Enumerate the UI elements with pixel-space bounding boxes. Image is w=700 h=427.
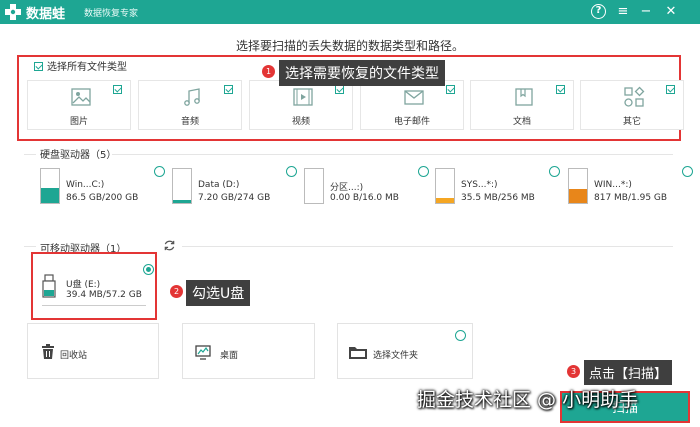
drive-icon [304, 168, 324, 204]
filetype-document[interactable]: 文档 [470, 80, 574, 130]
drive-radio[interactable] [682, 166, 693, 177]
filetype-label: 电子邮件 [393, 117, 430, 127]
drive-usage-fill [173, 200, 191, 203]
usb-drive-item[interactable]: U盘 (E:) 39.4 MB/57.2 GB [31, 252, 157, 320]
checkbox-icon[interactable] [113, 85, 122, 94]
drive-usage-fill [569, 188, 587, 203]
drive-item[interactable]: Win...C:) 86.5 GB/200 GB [40, 166, 165, 208]
location-label: 回收站 [60, 351, 88, 361]
minimize-icon[interactable]: − [637, 3, 655, 21]
drive-icon [172, 168, 192, 204]
drive-name: WIN...*:) [594, 180, 632, 190]
location-radio[interactable] [455, 330, 466, 341]
drive-usage-fill [436, 198, 454, 203]
filetype-label: 音频 [180, 117, 199, 127]
divider [24, 154, 36, 155]
divider [24, 246, 36, 247]
page-heading: 选择要扫描的丢失数据的数据类型和路径。 [235, 39, 464, 53]
drive-icon [435, 168, 455, 204]
recycle-bin-icon [42, 344, 54, 359]
drive-name: 分区...:) [330, 183, 364, 193]
filetype-other[interactable]: 其它 [580, 80, 684, 130]
filetype-video[interactable]: 视频 [249, 80, 353, 130]
select-all-checkbox[interactable]: 选择所有文件类型 [34, 58, 127, 73]
filetype-label: 视频 [291, 117, 310, 127]
usb-drive-name: U盘 (E:) [66, 280, 101, 290]
drive-size: 86.5 GB/200 GB [66, 193, 139, 203]
drive-size: 817 MB/1.95 GB [594, 193, 668, 203]
drive-item[interactable]: WIN...*:) 817 MB/1.95 GB [568, 166, 693, 208]
usb-usage-bar [42, 305, 146, 306]
callout-3-number: 3 [567, 365, 580, 378]
app-logo-icon [5, 4, 21, 20]
drive-usage-fill [41, 188, 59, 203]
title-bar: 数据蛙 数据恢复专家 ? ≡ − ✕ [0, 0, 700, 24]
checkbox-icon[interactable] [34, 62, 43, 71]
drive-icon [568, 168, 588, 204]
drive-name: SYS...*:) [461, 180, 498, 190]
checkbox-icon[interactable] [556, 85, 565, 94]
drive-icon [40, 168, 60, 204]
checkbox-icon[interactable] [335, 85, 344, 94]
usb-drive-icon [42, 274, 56, 298]
desktop-icon [195, 345, 211, 360]
divider [112, 154, 673, 155]
menu-icon[interactable]: ≡ [614, 3, 632, 21]
location-label: 桌面 [220, 351, 239, 361]
drive-radio[interactable] [418, 166, 429, 177]
hard-drives-title: 硬盘驱动器（5） [40, 150, 117, 161]
filetype-image[interactable]: 图片 [27, 80, 131, 130]
watermark: 掘金技术社区 @ 小明助手 [417, 389, 639, 411]
help-icon[interactable]: ? [591, 4, 606, 19]
drive-size: 35.5 MB/256 MB [461, 193, 535, 203]
drive-name: Win...C:) [66, 180, 105, 190]
checkbox-icon[interactable] [446, 85, 455, 94]
location-label: 选择文件夹 [373, 351, 419, 361]
drive-item[interactable]: SYS...*:) 35.5 MB/256 MB [435, 166, 560, 208]
filetype-label: 图片 [69, 117, 88, 127]
video-icon [293, 88, 313, 106]
filetype-label: 其它 [622, 117, 641, 127]
drive-item[interactable]: Data (D:) 7.20 GB/274 GB [172, 166, 297, 208]
callout-1-number: 1 [262, 65, 275, 78]
drive-radio[interactable] [549, 166, 560, 177]
folder-icon [349, 347, 367, 359]
other-icon [624, 86, 645, 107]
drive-radio[interactable] [154, 166, 165, 177]
location-choose-folder[interactable]: 选择文件夹 [337, 323, 473, 379]
document-icon [515, 88, 533, 106]
checkbox-icon[interactable] [666, 85, 675, 94]
music-icon [184, 88, 200, 106]
drive-radio[interactable] [286, 166, 297, 177]
callout-1: 选择需要恢复的文件类型 [279, 60, 445, 86]
app-subtitle: 数据恢复专家 [84, 9, 139, 19]
callout-2: 勾选U盘 [186, 280, 251, 306]
image-icon [71, 88, 91, 106]
divider [182, 246, 673, 247]
location-desktop[interactable]: 桌面 [182, 323, 315, 379]
app-name: 数据蛙 [26, 7, 66, 22]
filetype-audio[interactable]: 音频 [138, 80, 242, 130]
drive-name: Data (D:) [198, 180, 240, 190]
select-all-label: 选择所有文件类型 [47, 62, 127, 73]
location-recycle-bin[interactable]: 回收站 [27, 323, 159, 379]
callout-3: 点击【扫描】 [584, 360, 673, 385]
mail-icon [404, 90, 424, 105]
drive-size: 0.00 B/16.0 MB [330, 193, 399, 203]
usb-drive-radio[interactable] [143, 264, 154, 275]
filetype-label: 文档 [512, 117, 531, 127]
drive-size: 7.20 GB/274 GB [198, 193, 271, 203]
filetype-email[interactable]: 电子邮件 [360, 80, 464, 130]
drive-item[interactable]: 分区...:) 0.00 B/16.0 MB [304, 166, 429, 208]
checkbox-icon[interactable] [224, 85, 233, 94]
usb-drive-size: 39.4 MB/57.2 GB [66, 290, 142, 300]
refresh-icon[interactable] [163, 239, 176, 252]
close-icon[interactable]: ✕ [662, 3, 680, 21]
callout-2-number: 2 [170, 285, 183, 298]
